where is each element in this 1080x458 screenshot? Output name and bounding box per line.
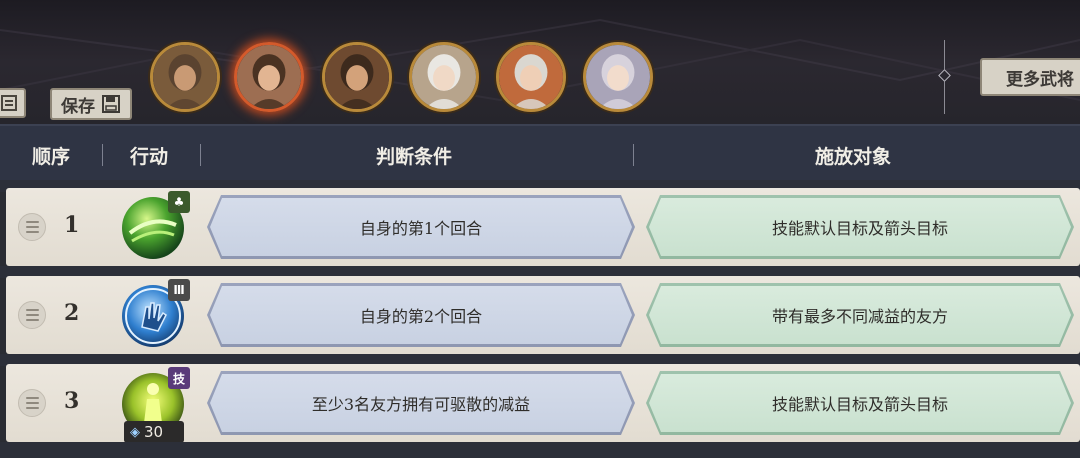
condition-text: 至少3名友方拥有可驱散的减益 (311, 395, 531, 414)
skill-type-badge-icon: Ⅲ (168, 279, 190, 301)
row-order: 2 (64, 300, 80, 326)
hero-portrait-icon (237, 45, 301, 109)
energy-icon: ◈ (130, 424, 140, 440)
condition-field[interactable]: 自身的第2个回合 (207, 283, 635, 347)
target-field[interactable]: 技能默认目标及箭头目标 (646, 371, 1074, 435)
header-action: 行动 (130, 146, 169, 168)
table-row[interactable]: 3 技 ◈ 30 至少3名友方拥有可驱散的减益 技能默认目标及箭头目标 (6, 364, 1080, 443)
header-target: 施放对象 (815, 146, 892, 168)
hero-avatar[interactable] (150, 42, 220, 112)
blue-hand-icon[interactable]: Ⅲ (120, 279, 190, 349)
hero-portrait-icon (499, 45, 563, 109)
green-orb-icon[interactable]: ♣ (120, 191, 190, 261)
row-order: 3 (64, 388, 80, 414)
skill-type-badge-icon: 技 (168, 367, 190, 389)
skill-cost-value: 30 (144, 423, 164, 441)
target-text: 技能默认目标及箭头目标 (771, 219, 948, 238)
drag-handle-icon[interactable] (18, 301, 46, 329)
target-text: 带有最多不同减益的友方 (771, 307, 948, 326)
condition-text: 自身的第2个回合 (359, 307, 483, 326)
more-heroes-button[interactable]: 更多武将 (980, 58, 1080, 96)
table-row[interactable]: 2 Ⅲ 自身的第2个回合 带有最多不同减益的友方 (6, 276, 1080, 354)
target-field[interactable]: 技能默认目标及箭头目标 (646, 195, 1074, 259)
yellow-figure-icon[interactable]: 技 ◈ 30 (120, 367, 190, 443)
more-heroes-label: 更多武将 (1006, 69, 1074, 90)
drag-handle-icon[interactable] (18, 213, 46, 241)
condition-field[interactable]: 自身的第1个回合 (207, 195, 635, 259)
header-divider (633, 144, 634, 166)
save-button-label: 保存 (61, 96, 95, 117)
hero-portrait-icon (325, 45, 389, 109)
skill-cost: ◈ 30 (124, 421, 184, 443)
hero-portrait-icon (586, 45, 650, 109)
document-button[interactable] (0, 88, 26, 118)
drag-handle-icon[interactable] (18, 389, 46, 417)
hero-avatar[interactable] (409, 42, 479, 112)
row-order: 1 (64, 212, 80, 238)
condition-text: 自身的第1个回合 (359, 219, 483, 238)
target-field[interactable]: 带有最多不同减益的友方 (646, 283, 1074, 347)
header-condition: 判断条件 (376, 146, 453, 168)
header-divider (102, 144, 103, 166)
hero-avatar[interactable] (322, 42, 392, 112)
document-icon (1, 95, 17, 111)
hero-avatar[interactable] (496, 42, 566, 112)
table-header: 顺序 行动 判断条件 施放对象 (0, 124, 1080, 180)
hero-avatar[interactable] (583, 42, 653, 112)
table-row[interactable]: 1 ♣ 自身的第1个回合 技能默认目标及箭头目标 (6, 188, 1080, 266)
save-icon (102, 95, 120, 113)
hero-avatar[interactable] (234, 42, 304, 112)
save-button[interactable]: 保存 (50, 88, 132, 120)
condition-field[interactable]: 至少3名友方拥有可驱散的减益 (207, 371, 635, 435)
header-divider (200, 144, 201, 166)
hero-portrait-icon (412, 45, 476, 109)
header-order: 顺序 (32, 146, 71, 168)
skill-type-badge-icon: ♣ (168, 191, 190, 213)
target-text: 技能默认目标及箭头目标 (771, 395, 948, 414)
hero-portrait-icon (153, 45, 217, 109)
row-separator (0, 442, 1080, 458)
